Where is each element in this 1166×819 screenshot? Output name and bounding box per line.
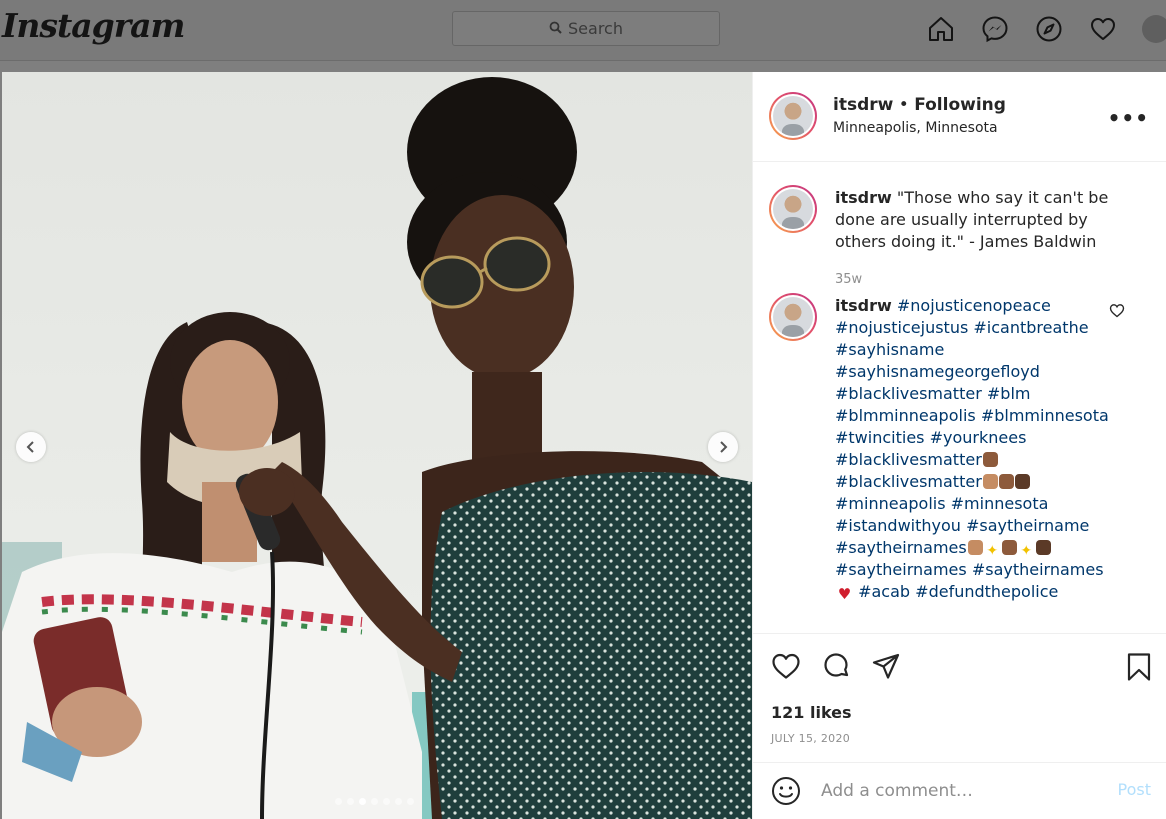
comment-icon[interactable] — [821, 652, 851, 684]
caption-time[interactable]: 35w — [835, 269, 1141, 291]
home-icon[interactable] — [926, 14, 956, 44]
carousel-prev-button[interactable] — [16, 432, 46, 462]
instagram-logo[interactable]: Instagram — [2, 6, 185, 45]
post-header: itsdrw • Following Minneapolis, Minnesot… — [753, 72, 1166, 162]
nav-icons — [926, 12, 1166, 46]
post-date[interactable]: JULY 15, 2020 — [771, 732, 850, 745]
raised-fist-emoji — [1035, 540, 1051, 555]
comments-list[interactable]: itsdrw "Those who say it can't be done a… — [753, 163, 1166, 633]
post-actions: 121 likes JULY 15, 2020 Post — [753, 633, 1166, 819]
author-row: itsdrw • Following — [833, 95, 1006, 115]
carousel-dot — [347, 798, 354, 805]
hashtag-link[interactable]: #yourknees — [930, 428, 1027, 447]
comment-input[interactable] — [821, 777, 1101, 805]
hashtag-link[interactable]: #nojusticenopeace — [897, 296, 1051, 315]
raised-fist-emoji — [1001, 540, 1017, 555]
search-icon — [549, 19, 562, 38]
hashtag-link[interactable]: #icantbreathe — [973, 318, 1088, 337]
compass-icon[interactable] — [1034, 14, 1064, 44]
hashtag-link[interactable]: #defundthepolice — [915, 582, 1058, 601]
post-sidebar: itsdrw • Following Minneapolis, Minnesot… — [752, 72, 1166, 819]
carousel-dot — [371, 798, 378, 805]
hashtag-link[interactable]: #twincities — [835, 428, 925, 447]
carousel-dot — [359, 798, 366, 805]
sparkles-emoji: ✦ — [1020, 543, 1033, 559]
profile-avatar[interactable] — [1142, 15, 1166, 43]
author-username[interactable]: itsdrw — [833, 95, 893, 115]
raised-fist-emoji — [1014, 474, 1030, 489]
post-location[interactable]: Minneapolis, Minnesota — [833, 120, 998, 136]
separator-dot: • — [898, 95, 909, 115]
hashtag-link[interactable]: #istandwithyou — [835, 516, 961, 535]
raised-fist-emoji — [967, 540, 983, 555]
hashtag-link[interactable]: #sayhisname — [835, 340, 944, 359]
raised-fist-emoji — [982, 474, 998, 489]
red-heart-emoji: ♥ — [837, 585, 852, 603]
search-placeholder: Search — [568, 19, 623, 38]
hashtag-link[interactable]: #acab — [858, 582, 910, 601]
hashtag-link[interactable]: #minneapolis — [835, 494, 946, 513]
add-comment-bar: Post — [753, 762, 1166, 819]
like-heart-icon[interactable] — [771, 652, 801, 684]
post-modal: itsdrw • Following Minneapolis, Minnesot… — [2, 72, 1166, 819]
hashtag-link[interactable]: #blm — [987, 384, 1031, 403]
comment-like-heart-icon[interactable] — [1109, 303, 1125, 322]
following-button[interactable]: Following — [914, 95, 1006, 115]
likes-count[interactable]: 121 likes — [771, 703, 852, 722]
hashtag-link[interactable]: #saytheirname — [966, 516, 1089, 535]
smiley-icon[interactable] — [771, 776, 801, 810]
raised-fist-emoji — [998, 474, 1014, 489]
caption-body: itsdrw "Those who say it can't be done a… — [835, 187, 1141, 291]
bookmark-icon[interactable] — [1125, 652, 1153, 686]
caption-username[interactable]: itsdrw — [835, 188, 892, 207]
hashtag-link[interactable]: #minnesota — [951, 494, 1049, 513]
raised-fist-emoji — [982, 452, 998, 467]
carousel-indicator — [335, 798, 414, 805]
carousel-dot — [383, 798, 390, 805]
top-nav-bar: Instagram Search — [0, 0, 1166, 61]
caption: itsdrw "Those who say it can't be done a… — [769, 185, 1149, 295]
more-options-icon[interactable]: ••• — [1108, 106, 1149, 130]
author-avatar[interactable] — [769, 92, 817, 140]
hashtag-link[interactable]: #blacklivesmatter — [835, 450, 982, 469]
hashtag-link[interactable]: #blacklivesmatter — [835, 472, 982, 491]
carousel-dot — [395, 798, 402, 805]
carousel-dot — [407, 798, 414, 805]
search-box[interactable]: Search — [452, 11, 720, 46]
paper-plane-icon[interactable] — [871, 652, 901, 684]
messenger-icon[interactable] — [980, 14, 1010, 44]
carousel-dot — [335, 798, 342, 805]
comment-body: itsdrw #nojusticenopeace #nojusticejustu… — [835, 295, 1115, 603]
carousel-next-button[interactable] — [708, 432, 738, 462]
hashtag-link[interactable]: #saytheirnames — [835, 560, 967, 579]
comment-avatar[interactable] — [769, 293, 817, 341]
hashtag-link[interactable]: #blacklivesmatter — [835, 384, 982, 403]
heart-icon[interactable] — [1088, 14, 1118, 44]
hashtag-link[interactable]: #saytheirnames — [972, 560, 1104, 579]
caption-avatar[interactable] — [769, 185, 817, 233]
action-buttons — [771, 652, 901, 684]
hashtag-link[interactable]: #saytheirnames — [835, 538, 967, 557]
comment-username[interactable]: itsdrw — [835, 296, 892, 315]
hashtag-link[interactable]: #blmminneapolis — [835, 406, 976, 425]
sparkles-emoji: ✦ — [986, 543, 999, 559]
hashtag-link[interactable]: #nojusticejustus — [835, 318, 968, 337]
hashtag-link[interactable]: #blmminnesota — [981, 406, 1109, 425]
photo-illustration — [2, 72, 752, 819]
post-comment-button[interactable]: Post — [1118, 780, 1151, 799]
hashtag-comment: itsdrw #nojusticenopeace #nojusticejustu… — [769, 293, 1149, 633]
post-photo — [2, 72, 752, 819]
hashtag-link[interactable]: #sayhisnamegeorgefloyd — [835, 362, 1040, 381]
